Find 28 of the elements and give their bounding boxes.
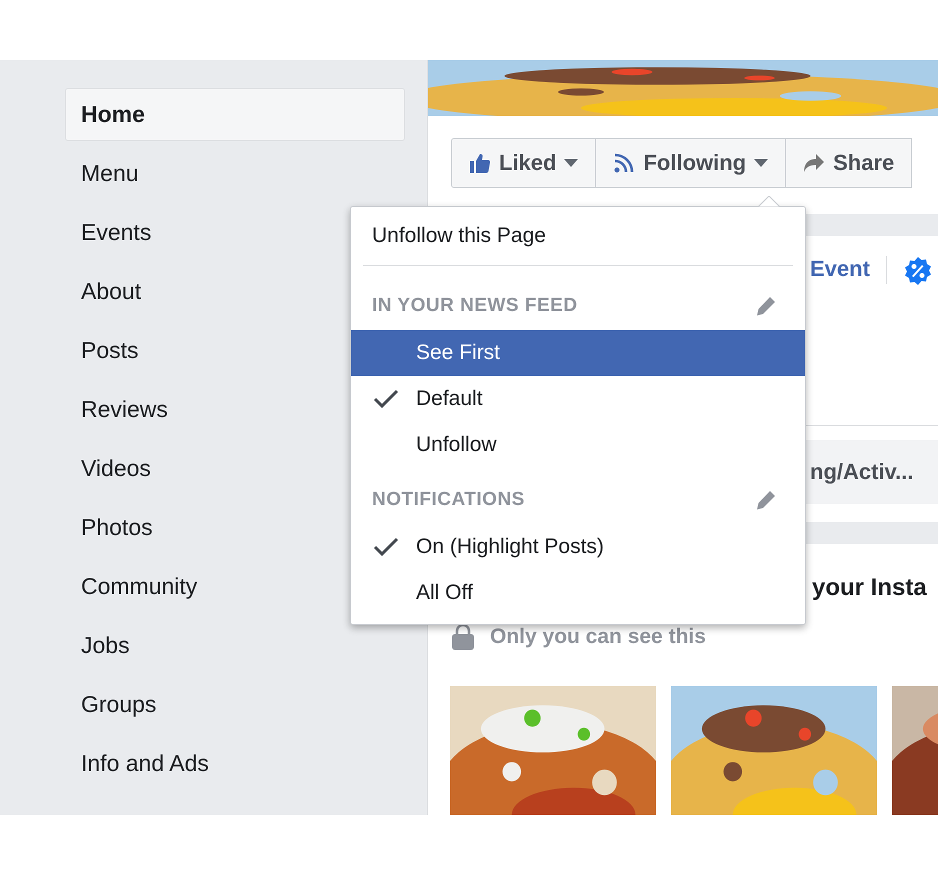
sidebar-item[interactable]: Info and Ads [65, 737, 405, 790]
menu-option[interactable]: Default [351, 376, 805, 422]
thumbs-up-icon [469, 152, 491, 174]
event-link[interactable]: Event [810, 256, 870, 282]
sidebar-item[interactable]: Menu [65, 147, 405, 200]
caret-icon [754, 159, 768, 167]
section-header: IN YOUR NEWS FEED [372, 295, 578, 317]
action-button[interactable]: Following [595, 138, 786, 188]
menu-option[interactable]: All Off [351, 570, 805, 616]
action-button[interactable]: Liked [451, 138, 596, 188]
offer-icon [902, 256, 933, 286]
menu-option[interactable]: See First [351, 330, 805, 376]
unfollow-page-option[interactable]: Unfollow this Page [351, 213, 805, 259]
pencil-icon[interactable] [755, 489, 777, 511]
rss-icon [613, 152, 636, 174]
sidebar-item[interactable]: Groups [65, 678, 405, 731]
share-icon [803, 153, 826, 173]
sidebar-item[interactable]: Jobs [65, 619, 405, 672]
privacy-note: Only you can see this [490, 625, 706, 649]
section-header: NOTIFICATIONS [372, 489, 525, 511]
caret-icon [564, 159, 578, 167]
lock-icon [450, 624, 476, 650]
menu-option[interactable]: Unfollow [351, 422, 805, 468]
sidebar-item[interactable]: Home [65, 88, 405, 141]
action-button[interactable]: Share [785, 138, 912, 188]
menu-option[interactable]: On (Highlight Posts) [351, 524, 805, 570]
pencil-icon[interactable] [755, 295, 777, 317]
section-heading: your Insta [812, 574, 927, 602]
